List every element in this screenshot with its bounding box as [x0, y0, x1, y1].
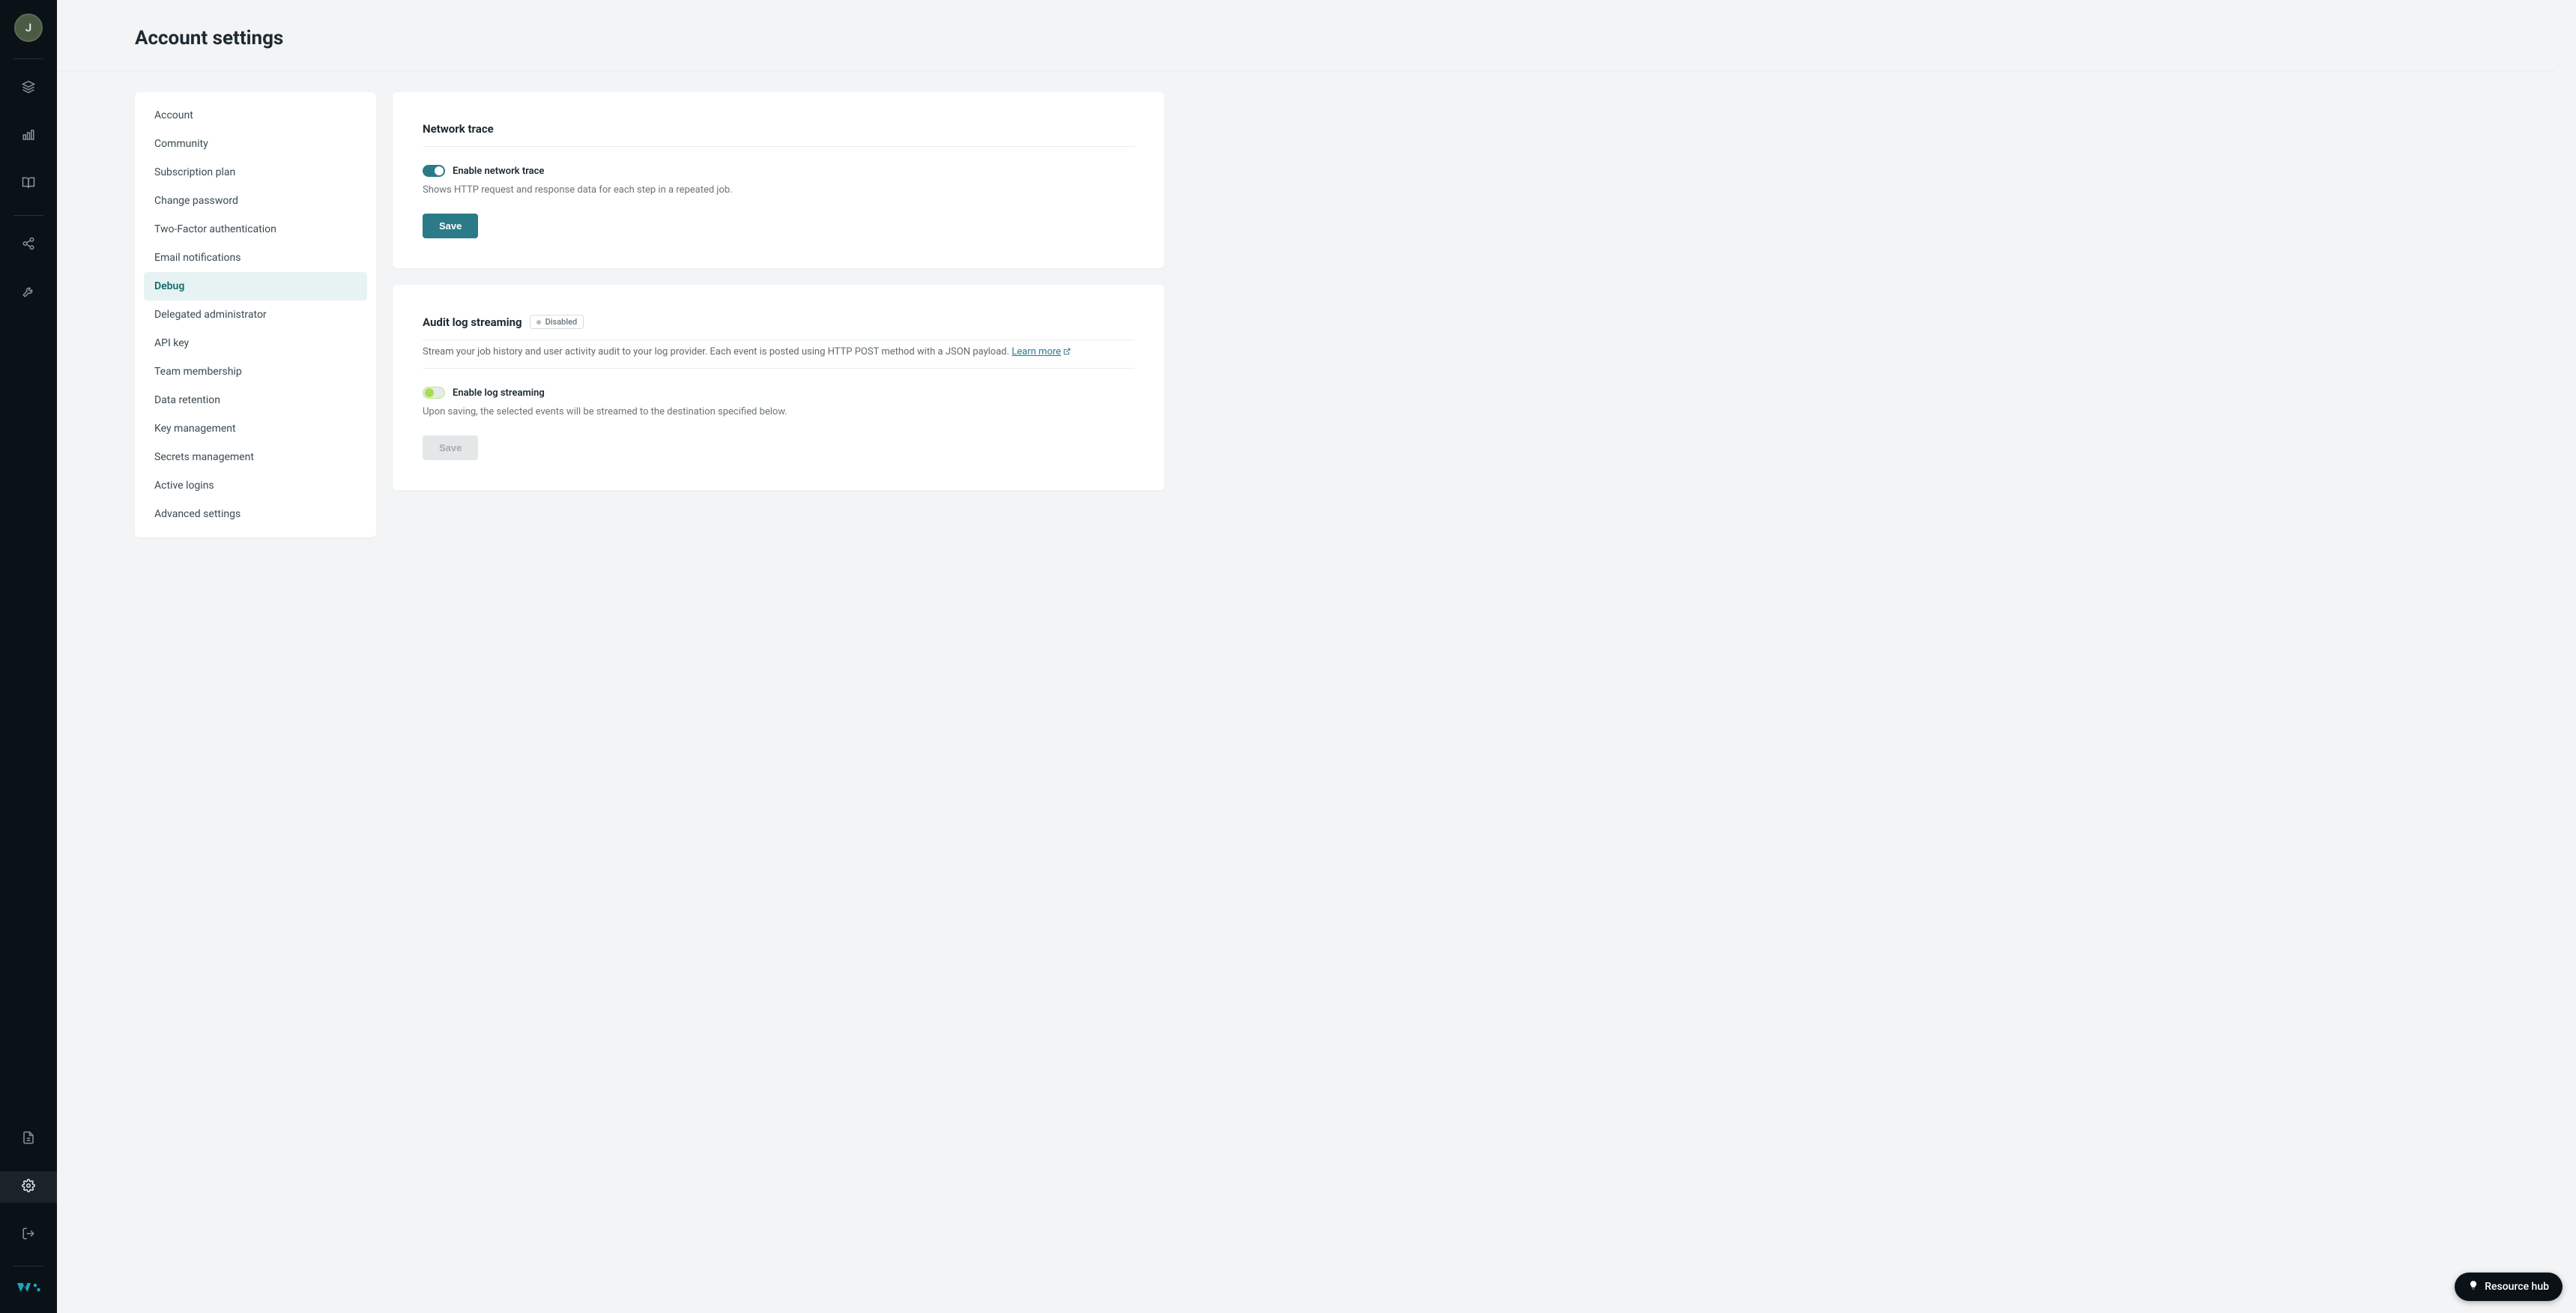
settings-nav-item[interactable]: Account: [144, 101, 367, 130]
left-rail: J: [0, 0, 57, 1313]
page-title: Account settings: [57, 0, 2555, 71]
rail-item-share[interactable]: [0, 229, 57, 261]
settings-nav-item[interactable]: Secrets management: [144, 443, 367, 471]
logo-icon: [15, 1286, 42, 1298]
panel-network-trace: Network trace Enable network trace Shows…: [393, 92, 1164, 268]
book-icon: [22, 176, 35, 193]
settings-nav-item[interactable]: Change password: [144, 187, 367, 215]
main-content: Account settings AccountCommunitySubscri…: [57, 0, 2576, 1313]
audit-log-toggle-label: Enable log streaming: [453, 387, 545, 399]
settings-nav-item[interactable]: Team membership: [144, 357, 367, 386]
settings-nav-item[interactable]: Community: [144, 130, 367, 158]
audit-log-subtext-text: Stream your job history and user activit…: [423, 346, 1009, 357]
learn-more-link[interactable]: Learn more: [1012, 346, 1071, 357]
settings-nav-item[interactable]: Subscription plan: [144, 158, 367, 187]
rail-divider-3: [13, 1266, 43, 1267]
brand-logo[interactable]: [15, 1280, 42, 1298]
layers-icon: [22, 80, 35, 97]
settings-nav: AccountCommunitySubscription planChange …: [135, 92, 376, 537]
audit-log-description: Upon saving, the selected events will be…: [423, 406, 1134, 417]
resource-hub-button[interactable]: Resource hub: [2455, 1273, 2563, 1301]
external-link-icon: [1063, 347, 1071, 354]
gear-icon: [22, 1179, 35, 1195]
settings-nav-item[interactable]: Key management: [144, 414, 367, 443]
audit-log-status-badge: Disabled: [530, 315, 584, 329]
avatar-initial: J: [25, 21, 31, 34]
audit-log-toggle-row: Enable log streaming: [423, 387, 1134, 399]
network-trace-save-button[interactable]: Save: [423, 214, 478, 238]
rail-item-analytics[interactable]: [0, 121, 57, 152]
content-row: AccountCommunitySubscription planChange …: [57, 71, 2576, 558]
learn-more-text: Learn more: [1012, 346, 1061, 357]
rail-group-top: [0, 73, 57, 200]
rail-item-tools[interactable]: [0, 277, 57, 309]
network-trace-toggle[interactable]: [423, 165, 445, 177]
network-trace-heading: Network trace: [423, 122, 1134, 147]
settings-nav-item[interactable]: Email notifications: [144, 244, 367, 272]
rail-item-notes[interactable]: [0, 1123, 57, 1155]
rail-group-mid: [0, 229, 57, 309]
avatar[interactable]: J: [14, 13, 43, 42]
settings-nav-item[interactable]: Two-Factor authentication: [144, 215, 367, 244]
file-icon: [22, 1131, 35, 1147]
rail-item-settings[interactable]: [0, 1171, 57, 1203]
logout-icon: [22, 1227, 35, 1243]
panel-audit-log: Audit log streaming Disabled Stream your…: [393, 285, 1164, 490]
settings-nav-item[interactable]: Advanced settings: [144, 500, 367, 528]
rail-divider: [13, 58, 43, 59]
share-icon: [22, 237, 35, 253]
toggle-knob: [435, 166, 444, 175]
toggle-knob: [425, 388, 434, 397]
bar-chart-icon: [22, 128, 35, 145]
audit-log-save-button[interactable]: Save: [423, 435, 478, 460]
settings-nav-item[interactable]: Delegated administrator: [144, 301, 367, 329]
network-trace-toggle-label: Enable network trace: [453, 166, 544, 177]
rail-item-docs[interactable]: [0, 169, 57, 200]
rail-item-layers[interactable]: [0, 73, 57, 104]
audit-log-toggle[interactable]: [423, 387, 445, 399]
rail-group-bottom: [0, 1123, 57, 1251]
panels: Network trace Enable network trace Shows…: [393, 92, 1164, 537]
audit-log-heading-row: Audit log streaming Disabled: [423, 315, 1134, 340]
audit-log-heading: Audit log streaming: [423, 316, 522, 329]
resource-hub-label: Resource hub: [2485, 1281, 2549, 1293]
settings-nav-item[interactable]: Active logins: [144, 471, 367, 500]
rail-item-logout[interactable]: [0, 1219, 57, 1251]
settings-nav-item[interactable]: Debug: [144, 272, 367, 301]
settings-nav-item[interactable]: API key: [144, 329, 367, 357]
network-trace-toggle-row: Enable network trace: [423, 165, 1134, 177]
settings-nav-item[interactable]: Data retention: [144, 386, 367, 414]
wrench-icon: [22, 285, 35, 301]
lightbulb-icon: [2468, 1280, 2479, 1294]
rail-divider-2: [13, 215, 43, 216]
network-trace-description: Shows HTTP request and response data for…: [423, 184, 1134, 196]
audit-log-subtext: Stream your job history and user activit…: [423, 346, 1134, 357]
